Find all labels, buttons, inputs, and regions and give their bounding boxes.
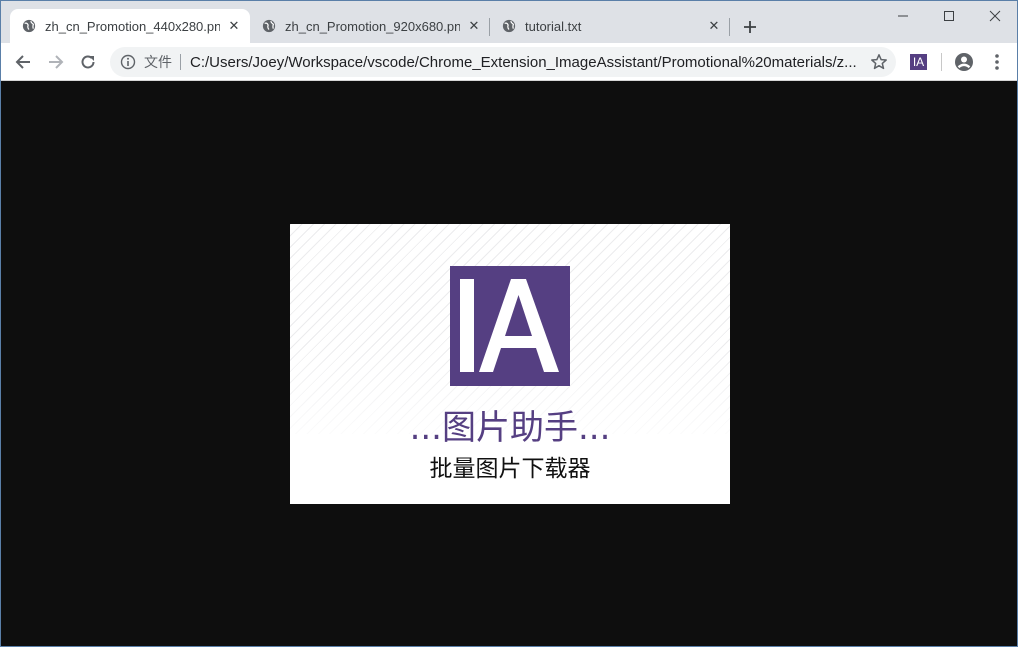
tab-title: zh_cn_Promotion_920x680.png: [285, 18, 460, 34]
maximize-icon: [944, 11, 954, 21]
browser-window: zh_cn_Promotion_440x280.png ✕ zh_cn_Prom…: [0, 0, 1018, 647]
toolbar: 文件 C:/Users/Joey/Workspace/vscode/Chrome…: [1, 43, 1017, 81]
arrow-left-icon: [15, 55, 30, 69]
url-text[interactable]: C:/Users/Joey/Workspace/vscode/Chrome_Ex…: [190, 54, 862, 71]
kebab-menu-icon[interactable]: [987, 52, 1007, 72]
globe-icon: [502, 19, 516, 33]
arrow-right-icon: [49, 55, 64, 69]
address-bar[interactable]: 文件 C:/Users/Joey/Workspace/vscode/Chrome…: [110, 47, 896, 77]
close-icon[interactable]: ✕: [466, 18, 482, 34]
tab-promotion-920[interactable]: zh_cn_Promotion_920x680.png ✕: [250, 9, 490, 43]
close-icon[interactable]: ✕: [706, 18, 722, 34]
image-assistant-extension-button[interactable]: IA: [910, 54, 927, 70]
profile-icon[interactable]: [954, 52, 974, 72]
promotion-image: ...图片助手... 批量图片下载器: [290, 224, 730, 504]
ia-logo-glyph: [460, 279, 559, 372]
promo-subline: 批量图片下载器: [429, 456, 591, 482]
tab-tutorial[interactable]: tutorial.txt ✕: [490, 9, 730, 43]
back-button[interactable]: [9, 48, 37, 76]
tab-title: zh_cn_Promotion_440x280.png: [45, 18, 220, 34]
forward-button[interactable]: [42, 48, 70, 76]
close-window-button[interactable]: [972, 5, 1018, 27]
plus-icon: [744, 21, 756, 33]
reload-button[interactable]: [74, 48, 102, 76]
tab-promotion-440[interactable]: zh_cn_Promotion_440x280.png ✕: [10, 9, 250, 43]
new-tab-button[interactable]: [739, 16, 761, 38]
info-icon[interactable]: [120, 54, 136, 70]
page-viewport: ...图片助手... 批量图片下载器: [1, 82, 1017, 646]
star-icon[interactable]: [870, 53, 888, 71]
minimize-icon: [898, 15, 908, 17]
maximize-button[interactable]: [926, 5, 972, 27]
tab-strip: zh_cn_Promotion_440x280.png ✕ zh_cn_Prom…: [1, 1, 1017, 43]
promo-headline: ...图片助手...: [409, 408, 611, 448]
close-icon: [989, 10, 1001, 22]
omnibox-divider: [180, 54, 181, 70]
minimize-button[interactable]: [880, 5, 926, 27]
globe-icon: [22, 19, 36, 33]
toolbar-separator: [941, 53, 942, 71]
ia-logo: [450, 266, 570, 386]
tab-separator: [729, 18, 730, 36]
scheme-label: 文件: [144, 55, 172, 71]
close-icon[interactable]: ✕: [226, 18, 242, 34]
reload-icon: [81, 55, 95, 69]
tab-title: tutorial.txt: [525, 18, 582, 34]
globe-icon: [262, 19, 276, 33]
